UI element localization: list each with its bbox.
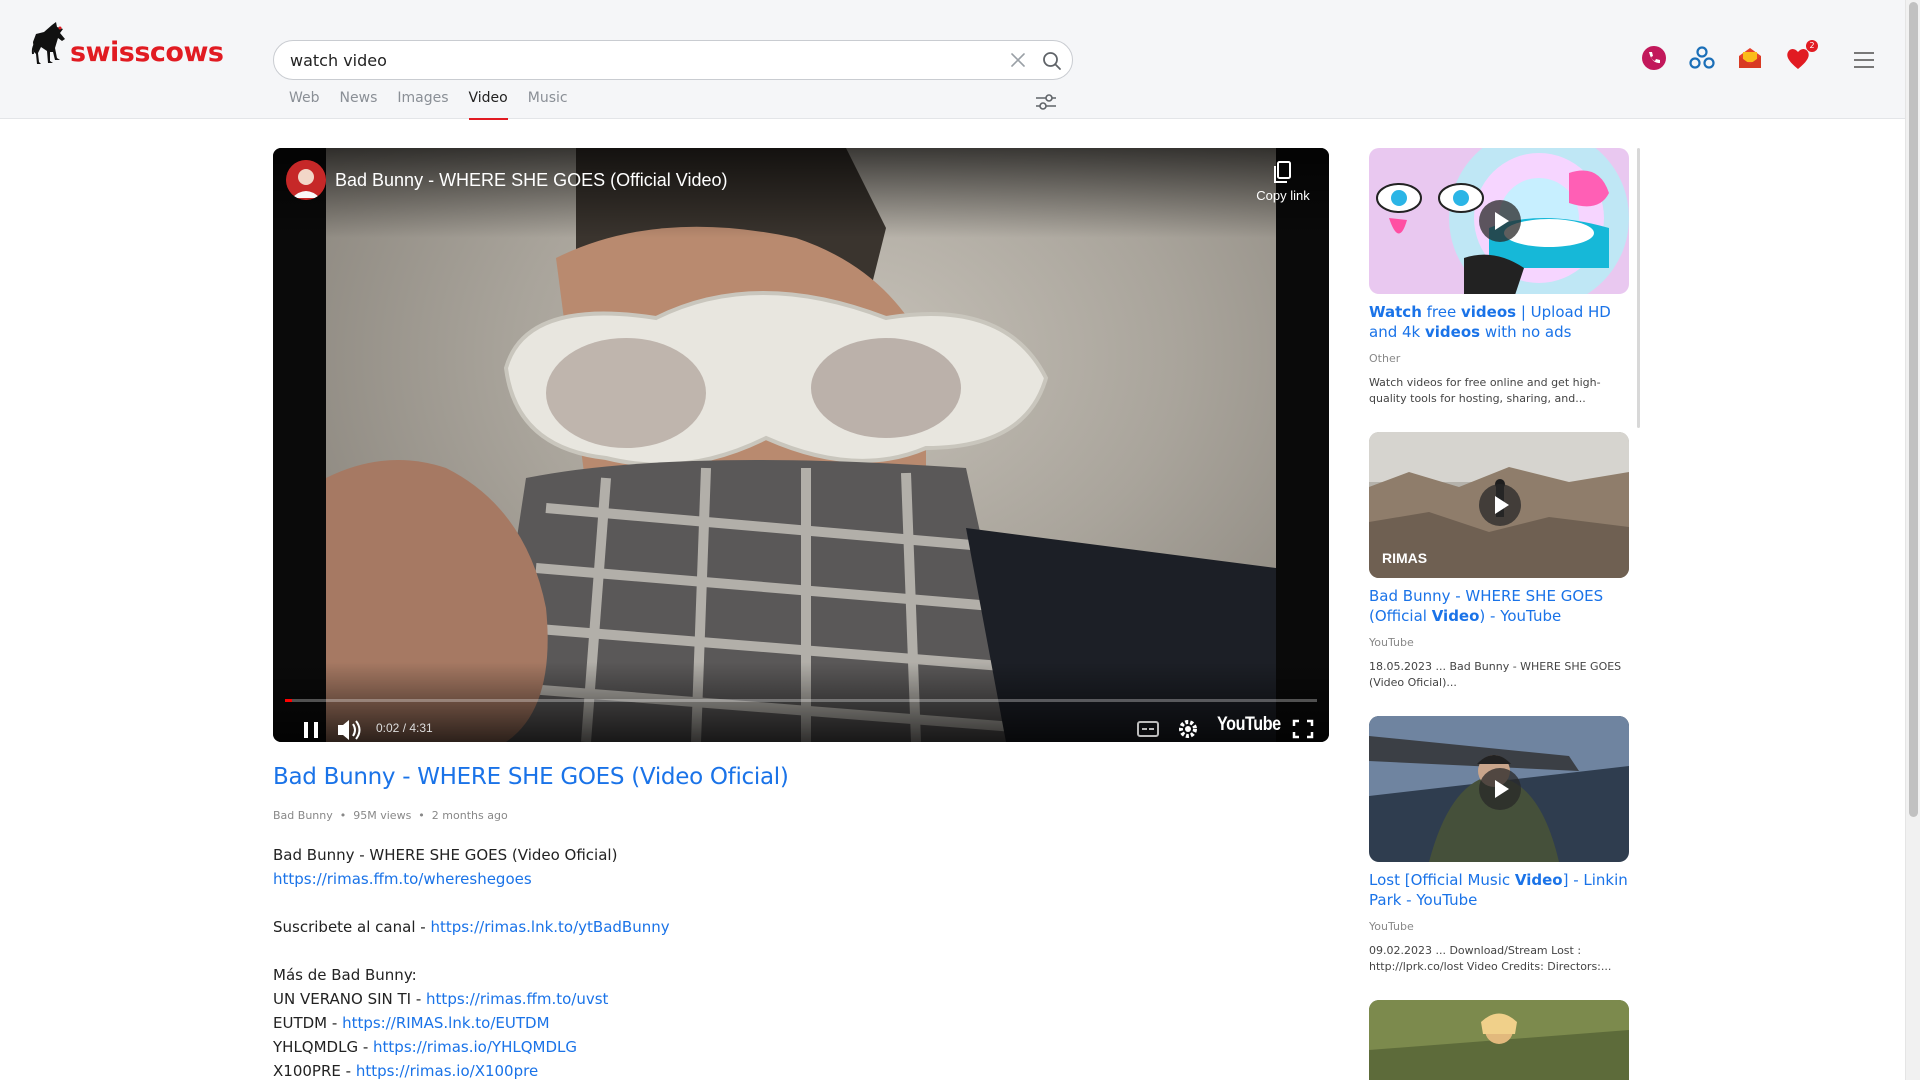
more-label: Más de Bad Bunny: — [273, 966, 417, 984]
heart-icon[interactable]: 2 — [1784, 40, 1818, 72]
card-snippet: 18.05.2023 ... Bad Bunny - WHERE SHE GOE… — [1369, 660, 1622, 689]
video-thumbnail[interactable] — [1369, 1000, 1629, 1080]
vpn-icon[interactable] — [1640, 44, 1668, 72]
list-item-label: X100PRE - — [273, 1062, 356, 1080]
card-source: Other — [1369, 352, 1401, 365]
logo-text: swisscows — [70, 37, 224, 68]
view-count: 95M views — [353, 809, 412, 822]
video-thumbnail[interactable]: RIMAS — [1369, 432, 1629, 578]
channel-avatar[interactable] — [286, 160, 326, 200]
video-description: Bad Bunny - WHERE SHE GOES (Video Oficia… — [273, 843, 670, 1080]
channel-name: Bad Bunny — [273, 809, 333, 822]
video-meta: Bad Bunny • 95M views • 2 months ago — [273, 809, 508, 822]
related-card[interactable] — [1369, 1000, 1629, 1080]
list-item-link[interactable]: https://rimas.ffm.to/uvst — [426, 990, 608, 1008]
related-card[interactable]: RIMAS Bad Bunny - WHERE SHE GOES (Offici… — [1369, 432, 1629, 691]
clear-icon[interactable] — [1008, 50, 1028, 70]
card-source: YouTube — [1369, 636, 1414, 649]
player-top-shade — [273, 148, 1329, 238]
rimas-label: RIMAS — [1382, 550, 1427, 566]
tab-video[interactable]: Video — [468, 90, 508, 120]
card-title[interactable]: Bad Bunny - WHERE SHE GOES (Official Vid… — [1369, 586, 1629, 626]
list-item-link[interactable]: https://rimas.io/YHLQMDLG — [373, 1038, 577, 1056]
search-tabs: Web News Images Video Music — [289, 90, 588, 120]
card-snippet: Watch videos for free online and get hig… — [1369, 376, 1601, 405]
tab-news[interactable]: News — [340, 90, 378, 120]
heart-badge: 2 — [1806, 40, 1818, 52]
settings-icon[interactable] — [1173, 708, 1203, 742]
search-box — [273, 40, 1073, 80]
play-icon[interactable] — [1479, 484, 1521, 526]
list-item-link[interactable]: https://rimas.io/X100pre — [356, 1062, 538, 1080]
tab-music[interactable]: Music — [528, 90, 568, 120]
teleguard-icon[interactable] — [1688, 44, 1716, 72]
tab-web[interactable]: Web — [289, 90, 320, 120]
video-thumbnail[interactable] — [1369, 716, 1629, 862]
card-snippet: 09.02.2023 ... Download/Stream Lost : ht… — [1369, 944, 1612, 973]
header-icons: 2 — [1640, 40, 1832, 72]
copy-link-label: Copy link — [1256, 188, 1310, 203]
copy-link-button[interactable]: Copy link — [1248, 160, 1318, 203]
page-scrollbar-thumb[interactable] — [1909, 2, 1918, 817]
video-title[interactable]: Bad Bunny - WHERE SHE GOES (Video Oficia… — [273, 764, 789, 790]
description-link[interactable]: https://rimas.ffm.to/whereshegoes — [273, 870, 532, 888]
header: swisscows Web News Images Video Music — [0, 0, 1905, 120]
upload-age: 2 months ago — [431, 809, 508, 822]
captions-icon[interactable] — [1133, 708, 1163, 742]
cow-icon — [31, 22, 65, 64]
list-item-link[interactable]: https://RIMAS.lnk.to/EUTDM — [342, 1014, 549, 1032]
tab-images[interactable]: Images — [397, 90, 448, 120]
page-scrollbar[interactable] — [1905, 0, 1920, 1080]
card-title[interactable]: Watch free videos | Upload HD and 4k vid… — [1369, 302, 1629, 342]
pause-icon[interactable] — [295, 708, 327, 742]
list-item-label: UN VERANO SIN TI - — [273, 990, 427, 1008]
play-icon[interactable] — [1479, 200, 1521, 242]
play-icon[interactable] — [1479, 768, 1521, 810]
video-player[interactable]: Bad Bunny - WHERE SHE GOES (Official Vid… — [273, 148, 1329, 742]
list-item-label: YHLQMDLG - — [273, 1038, 374, 1056]
youtube-logo[interactable]: YouTube — [1217, 714, 1281, 736]
sidebar-scrollbar[interactable] — [1637, 148, 1640, 428]
description-line: Bad Bunny - WHERE SHE GOES (Video Oficia… — [273, 846, 618, 864]
player-title[interactable]: Bad Bunny - WHERE SHE GOES (Official Vid… — [335, 170, 727, 191]
list-item-label: EUTDM - — [273, 1014, 343, 1032]
filter-icon[interactable] — [1034, 92, 1058, 112]
mail-icon[interactable] — [1736, 44, 1764, 72]
progress-bar[interactable] — [285, 699, 1317, 702]
fullscreen-icon[interactable] — [1288, 708, 1318, 742]
volume-icon[interactable] — [333, 708, 365, 742]
search-icon[interactable] — [1041, 50, 1063, 72]
menu-icon[interactable] — [1852, 50, 1876, 70]
related-card[interactable]: Lost [Official Music Video] - Linkin Par… — [1369, 716, 1629, 975]
search-input[interactable] — [290, 41, 990, 79]
swisscows-logo[interactable]: swisscows — [30, 22, 224, 72]
card-source: YouTube — [1369, 920, 1414, 933]
video-thumbnail[interactable] — [1369, 148, 1629, 294]
copy-icon — [1274, 161, 1291, 183]
progress-fill — [285, 699, 293, 702]
subscribe-label: Suscribete al canal - — [273, 918, 431, 936]
time-display: 0:02 / 4:31 — [376, 721, 433, 735]
related-card[interactable]: Watch free videos | Upload HD and 4k vid… — [1369, 148, 1629, 407]
subscribe-link[interactable]: https://rimas.lnk.to/ytBadBunny — [430, 918, 669, 936]
card-title[interactable]: Lost [Official Music Video] - Linkin Par… — [1369, 870, 1629, 910]
